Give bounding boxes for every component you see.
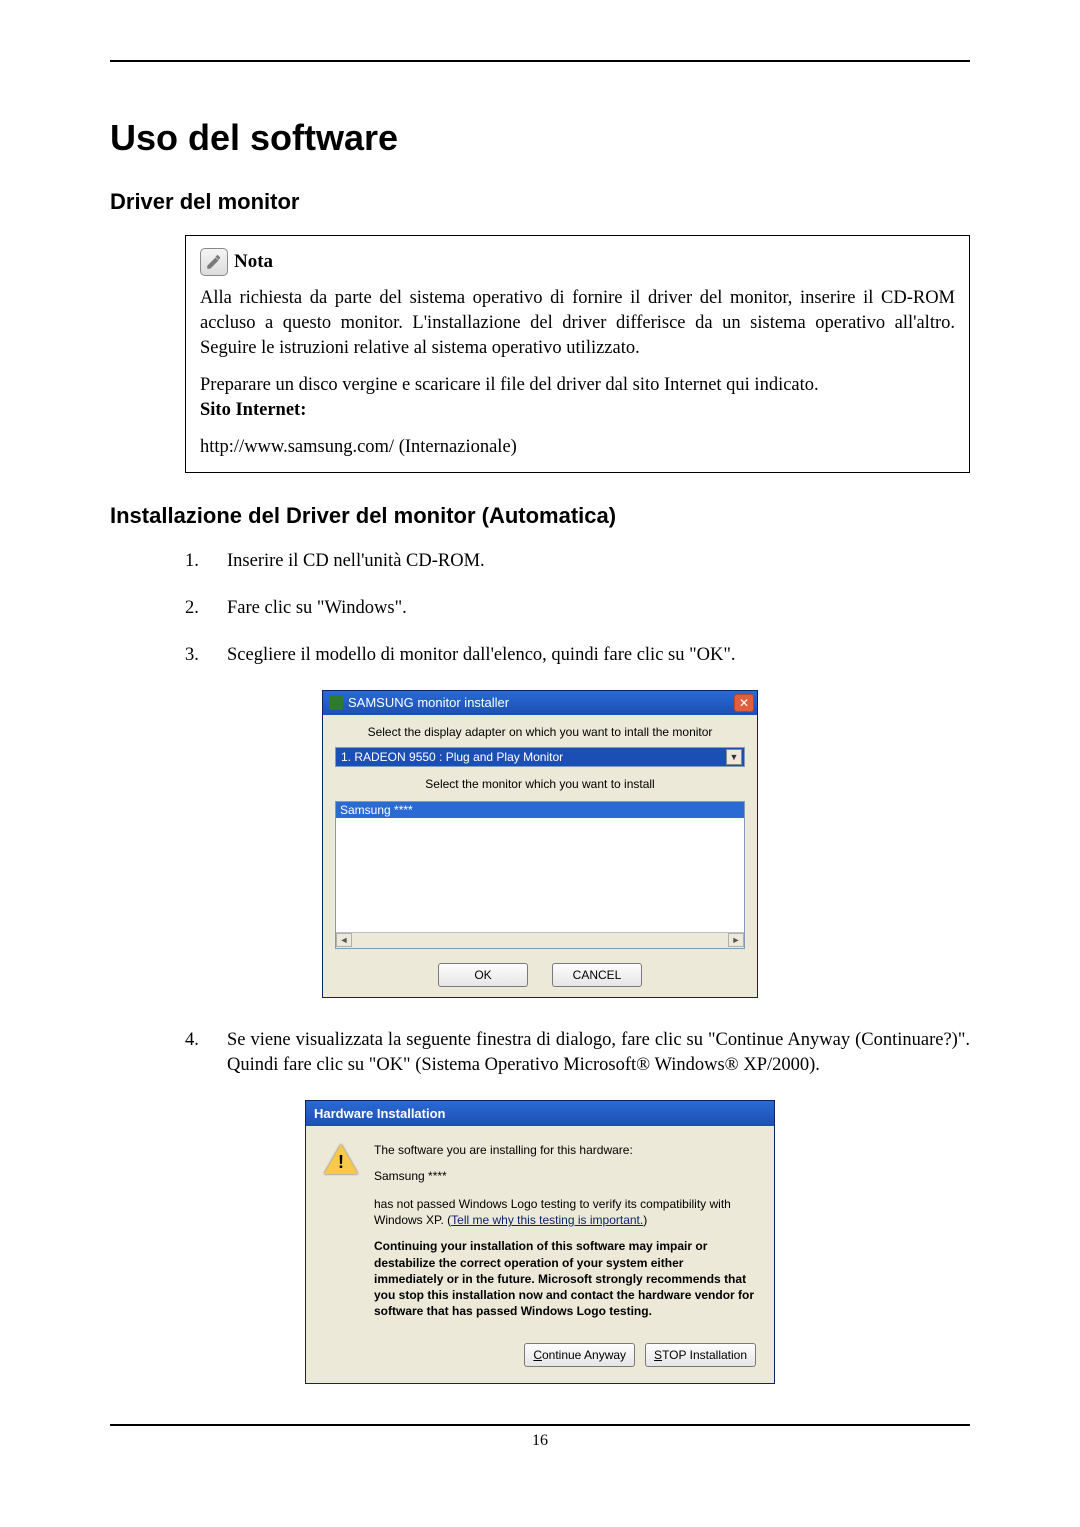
note-box: Nota Alla richiesta da parte del sistema… bbox=[185, 235, 970, 473]
msg-warning-bold: Continuing your installation of this sof… bbox=[374, 1238, 756, 1319]
step-2: 2.Fare clic su "Windows". bbox=[185, 596, 970, 621]
warning-icon: ! bbox=[324, 1144, 358, 1174]
top-rule bbox=[110, 60, 970, 62]
installer-app-icon bbox=[329, 696, 343, 710]
step-1: 1.Inserire il CD nell'unità CD-ROM. bbox=[185, 549, 970, 574]
note-icon bbox=[200, 248, 228, 276]
adapter-dropdown[interactable]: 1. RADEON 9550 : Plug and Play Monitor ▼ bbox=[335, 747, 745, 767]
hardware-installation-dialog: Hardware Installation ! The software you… bbox=[305, 1100, 775, 1385]
page-title: Uso del software bbox=[110, 117, 970, 159]
steps-list-2: 4.Se viene visualizzata la seguente fine… bbox=[185, 1028, 970, 1078]
close-icon[interactable]: ✕ bbox=[734, 694, 754, 712]
monitor-listbox[interactable]: Samsung **** ◄ ► bbox=[335, 801, 745, 949]
note-sito-internet-label: Sito Internet: bbox=[200, 400, 306, 420]
chevron-down-icon: ▼ bbox=[726, 749, 742, 765]
warning-message: The software you are installing for this… bbox=[374, 1142, 756, 1330]
step-4: 4.Se viene visualizzata la seguente fine… bbox=[185, 1028, 970, 1078]
msg-hardware-name: Samsung **** bbox=[374, 1168, 756, 1184]
cancel-button[interactable]: CANCEL bbox=[552, 963, 642, 987]
section-driver-del-monitor: Driver del monitor bbox=[110, 189, 970, 215]
steps-list: 1.Inserire il CD nell'unità CD-ROM. 2.Fa… bbox=[185, 549, 970, 668]
dialog1-title: SAMSUNG monitor installer bbox=[348, 695, 509, 710]
note-paragraph-1: Alla richiesta da parte del sistema oper… bbox=[200, 286, 955, 361]
monitor-label: Select the monitor which you want to ins… bbox=[335, 777, 745, 791]
note-paragraph-2: Preparare un disco vergine e scaricare i… bbox=[200, 373, 955, 423]
scroll-left-icon[interactable]: ◄ bbox=[336, 933, 352, 947]
page-number: 16 bbox=[110, 1426, 970, 1490]
tell-me-why-link[interactable]: Tell me why this testing is important. bbox=[451, 1213, 643, 1227]
ok-button[interactable]: OK bbox=[438, 963, 528, 987]
step-3: 3.Scegliere il modello di monitor dall'e… bbox=[185, 643, 970, 668]
horizontal-scrollbar[interactable]: ◄ ► bbox=[336, 932, 744, 948]
note-label: Nota bbox=[234, 249, 273, 275]
section-installazione: Installazione del Driver del monitor (Au… bbox=[110, 503, 970, 529]
monitor-list-item[interactable]: Samsung **** bbox=[336, 802, 744, 818]
dialog1-titlebar: SAMSUNG monitor installer ✕ bbox=[323, 691, 757, 715]
stop-installation-button[interactable]: STOP Installation bbox=[645, 1343, 756, 1367]
adapter-dropdown-value: 1. RADEON 9550 : Plug and Play Monitor bbox=[341, 750, 563, 764]
continue-anyway-button[interactable]: Continue Anyway bbox=[524, 1343, 635, 1367]
adapter-label: Select the display adapter on which you … bbox=[335, 725, 745, 739]
scroll-right-icon[interactable]: ► bbox=[728, 933, 744, 947]
samsung-installer-dialog: SAMSUNG monitor installer ✕ Select the d… bbox=[322, 690, 758, 998]
msg-logo-testing: has not passed Windows Logo testing to v… bbox=[374, 1196, 756, 1228]
note-url: http://www.samsung.com/ (Internazionale) bbox=[200, 435, 955, 460]
dialog2-title: Hardware Installation bbox=[306, 1101, 774, 1126]
note-p2a: Preparare un disco vergine e scaricare i… bbox=[200, 375, 819, 395]
msg-line1: The software you are installing for this… bbox=[374, 1142, 756, 1158]
